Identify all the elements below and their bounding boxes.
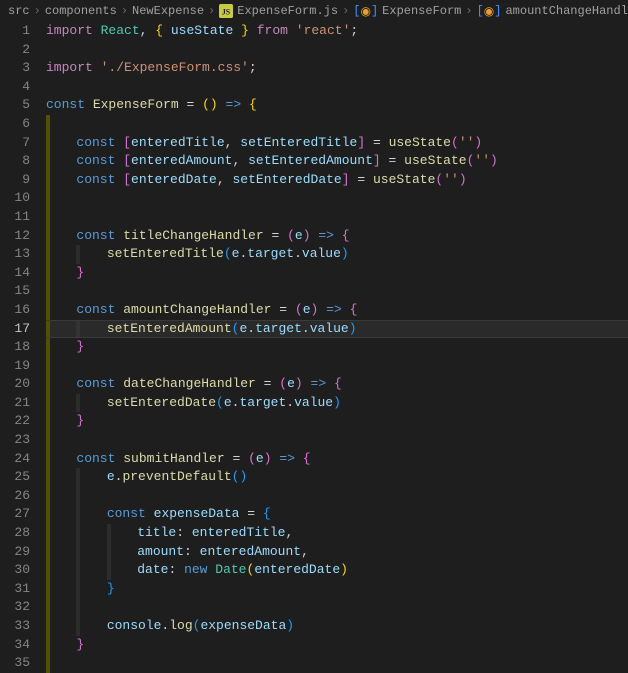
breadcrumb-item[interactable]: ExpenseForm (382, 4, 461, 18)
breadcrumb-item[interactable]: ExpenseForm.js (237, 4, 338, 18)
breadcrumb-item[interactable]: components (45, 4, 117, 18)
breadcrumb-item[interactable]: amountChangeHandler (505, 4, 628, 18)
symbol-icon: [◉] (477, 4, 502, 19)
line-number-gutter[interactable]: 1234567891011121314151617181920212223242… (0, 22, 46, 673)
js-file-icon: JS (219, 4, 233, 18)
code-editor[interactable]: 1234567891011121314151617181920212223242… (0, 22, 628, 673)
chevron-right-icon: › (465, 4, 472, 18)
breadcrumb-item[interactable]: NewExpense (132, 4, 204, 18)
chevron-right-icon: › (342, 4, 349, 18)
symbol-icon: [◉] (353, 4, 378, 19)
breadcrumb[interactable]: src › components › NewExpense › JS Expen… (0, 0, 628, 22)
chevron-right-icon: › (121, 4, 128, 18)
code-content[interactable]: import React, { useState } from 'react';… (46, 22, 628, 673)
svg-text:JS: JS (222, 8, 231, 17)
chevron-right-icon: › (208, 4, 215, 18)
breadcrumb-item[interactable]: src (8, 4, 30, 18)
chevron-right-icon: › (34, 4, 41, 18)
